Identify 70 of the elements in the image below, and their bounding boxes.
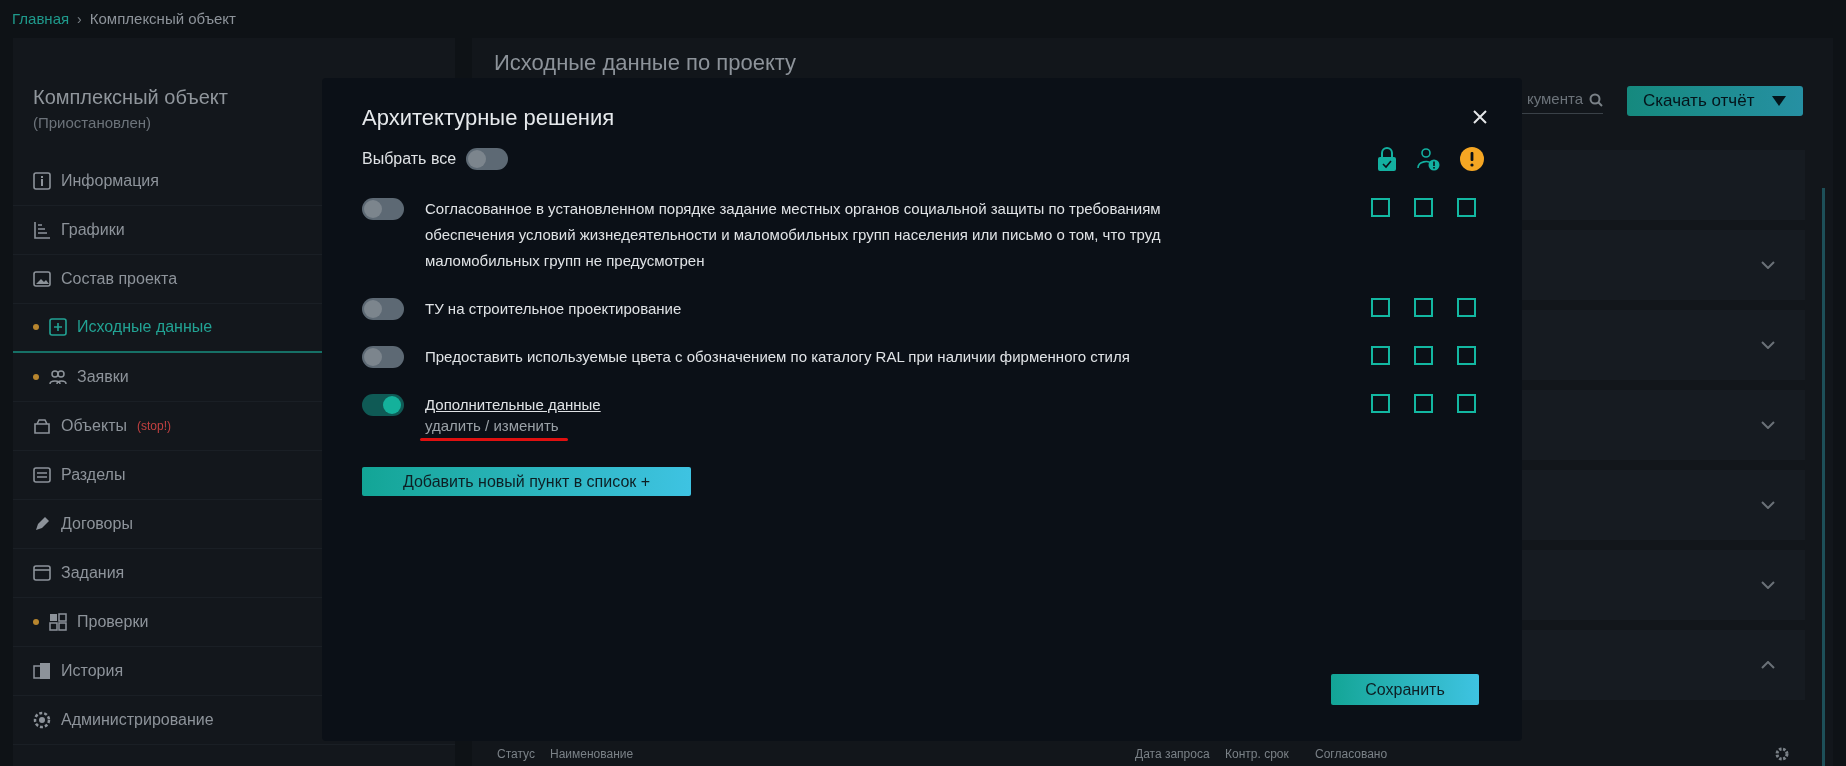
lock-check-icon bbox=[1376, 147, 1398, 171]
checkbox[interactable] bbox=[1414, 346, 1433, 365]
column-header: Статус bbox=[496, 746, 536, 763]
grid-icon bbox=[49, 612, 67, 631]
sidebar-item-label: Графики bbox=[61, 219, 125, 240]
close-icon[interactable] bbox=[1472, 109, 1488, 125]
column-header: Наименование bbox=[550, 746, 635, 763]
list-icon bbox=[33, 465, 51, 484]
chevron-down-icon[interactable] bbox=[1761, 501, 1775, 509]
checkbox[interactable] bbox=[1371, 298, 1390, 317]
checkbox[interactable] bbox=[1414, 198, 1433, 217]
window-icon bbox=[33, 563, 51, 582]
add-item-button[interactable]: Добавить новый пункт в список + bbox=[362, 467, 691, 496]
chevron-down-icon[interactable] bbox=[1761, 581, 1775, 589]
item-toggle[interactable] bbox=[362, 298, 404, 320]
stop-label: (stop!) bbox=[137, 417, 171, 435]
documents-icon bbox=[33, 661, 51, 680]
sidebar-item-label: Договоры bbox=[61, 513, 133, 534]
item-toggle[interactable] bbox=[362, 394, 404, 416]
checkbox[interactable] bbox=[1414, 394, 1433, 413]
checkbox[interactable] bbox=[1457, 394, 1476, 413]
select-all-toggle[interactable] bbox=[466, 148, 509, 170]
checkbox[interactable] bbox=[1457, 346, 1476, 365]
chevron-down-icon[interactable] bbox=[1761, 341, 1775, 349]
checkbox[interactable] bbox=[1414, 298, 1433, 317]
info-icon bbox=[33, 171, 51, 190]
column-header: Согласовано bbox=[1315, 746, 1389, 763]
chart-icon bbox=[33, 220, 51, 239]
breadcrumb-link[interactable]: Главная bbox=[12, 7, 70, 31]
checkbox[interactable] bbox=[1371, 394, 1390, 413]
search-icon bbox=[1589, 92, 1603, 107]
chevron-up-icon[interactable] bbox=[1761, 661, 1775, 669]
sidebar-item-label: История bbox=[61, 660, 124, 681]
chevron-down-icon[interactable] bbox=[1761, 261, 1775, 269]
item-toggle[interactable] bbox=[362, 346, 404, 368]
checkbox[interactable] bbox=[1457, 298, 1476, 317]
download-report-button[interactable]: Скачать отчёт bbox=[1627, 86, 1803, 116]
item-toggle[interactable] bbox=[362, 198, 404, 220]
sidebar-item-label: Информация bbox=[61, 170, 159, 191]
page-title: Исходные данные по проекту bbox=[494, 50, 797, 76]
search-placeholder: кумента bbox=[1526, 89, 1583, 110]
sidebar-item-label: Разделы bbox=[61, 464, 126, 485]
sidebar-item-label: Заявки bbox=[77, 366, 129, 387]
user-alert-icon bbox=[1417, 147, 1441, 171]
checkbox[interactable] bbox=[1457, 198, 1476, 217]
breadcrumb-current: Комплексный объект bbox=[89, 8, 236, 29]
sidebar-item-label: Администрирование bbox=[61, 709, 214, 730]
sidebar-item-label: Задания bbox=[61, 562, 125, 583]
sidebar-item-label: Исходные данные bbox=[77, 317, 213, 337]
warning-icon bbox=[1460, 147, 1484, 171]
settings-icon bbox=[33, 710, 51, 729]
box-icon bbox=[33, 416, 51, 435]
dropdown-triangle-icon bbox=[1771, 95, 1787, 107]
breadcrumb-separator: › bbox=[77, 9, 82, 29]
people-icon bbox=[49, 367, 67, 386]
sidebar-item-label: Состав проекта bbox=[61, 268, 178, 289]
image-icon bbox=[33, 269, 51, 288]
chevron-down-icon[interactable] bbox=[1761, 421, 1775, 429]
save-button[interactable]: Сохранить bbox=[1331, 674, 1479, 705]
column-header: Дата запроса bbox=[1135, 746, 1211, 763]
plus-square-icon bbox=[49, 318, 67, 336]
pen-icon bbox=[33, 514, 51, 533]
sidebar-item-label: Проверки bbox=[77, 611, 149, 632]
checkbox[interactable] bbox=[1371, 198, 1390, 217]
column-header: Контр. срок bbox=[1225, 746, 1290, 763]
checkbox[interactable] bbox=[1371, 346, 1390, 365]
settings-icon[interactable] bbox=[1775, 747, 1789, 761]
sidebar-item-label: Объекты bbox=[61, 415, 127, 436]
project-title: Комплексный объект bbox=[33, 85, 229, 110]
dialog-title: Архитектурные решения bbox=[362, 103, 615, 132]
